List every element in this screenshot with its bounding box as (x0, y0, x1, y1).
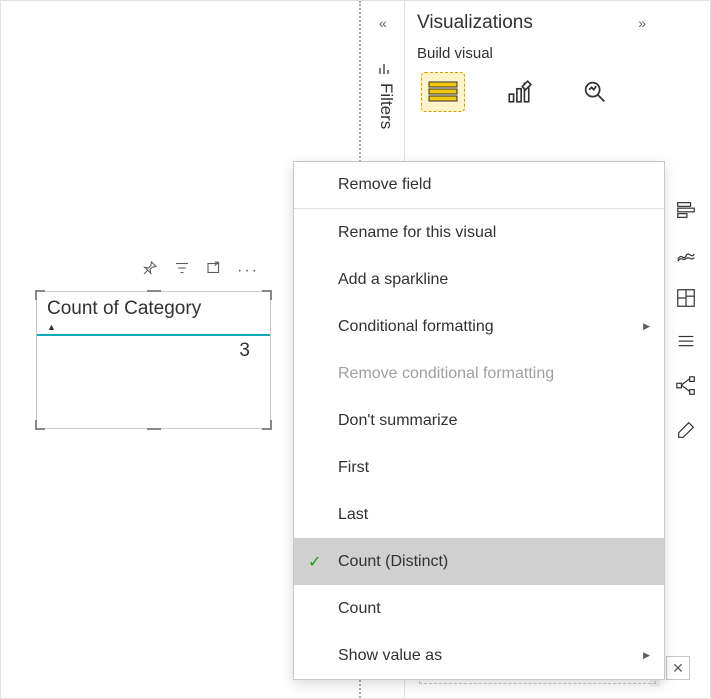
card-visual[interactable]: Count of Category ▲ 3 (36, 291, 271, 429)
format-visual-tab[interactable] (497, 72, 541, 112)
build-visual-label: Build visual (417, 45, 650, 62)
menu-item-label: Rename for this visual (338, 224, 496, 242)
visualizations-title: Visualizations (417, 12, 533, 34)
check-icon: ✓ (308, 552, 321, 572)
menu-item-last[interactable]: Last (294, 491, 664, 538)
menu-item-label: Count (Distinct) (338, 553, 448, 571)
sort-asc-icon: ▲ (47, 322, 260, 332)
filter-icon[interactable] (173, 259, 191, 282)
resize-handle-bm[interactable] (147, 420, 161, 430)
menu-item-label: Show value as (338, 647, 442, 665)
chart-icon (377, 61, 393, 82)
treemap-icon[interactable] (672, 284, 700, 312)
visual-title-text: Count of Category (47, 298, 201, 319)
decomposition-tree-icon[interactable] (672, 372, 700, 400)
menu-item-count-distinct-[interactable]: ✓ Count (Distinct) (294, 538, 664, 585)
multirow-card-icon[interactable] (672, 328, 700, 356)
menu-item-show-value-as[interactable]: Show value as (294, 632, 664, 679)
focus-mode-icon[interactable] (205, 259, 223, 282)
menu-item-label: Count (338, 600, 381, 618)
remove-field-button[interactable]: ✕ (666, 656, 690, 680)
ribbon-chart-icon[interactable] (672, 240, 700, 268)
menu-item-conditional-formatting[interactable]: Conditional formatting (294, 303, 664, 350)
visual-header-toolbar: ··· (141, 259, 259, 282)
menu-item-label: Remove field (338, 176, 431, 194)
menu-item-don-t-summarize[interactable]: Don't summarize (294, 397, 664, 444)
analytics-tab[interactable] (573, 72, 617, 112)
menu-item-rename-for-this-visual[interactable]: Rename for this visual (294, 209, 664, 256)
expand-filters-icon[interactable]: « (373, 9, 393, 37)
visual-value: 3 (37, 336, 270, 362)
build-visual-tab[interactable] (421, 72, 465, 112)
collapse-viz-icon[interactable]: » (634, 11, 650, 35)
filters-label[interactable]: Filters (376, 83, 396, 129)
resize-handle-bl[interactable] (35, 420, 45, 430)
menu-item-count[interactable]: Count (294, 585, 664, 632)
eraser-icon[interactable] (672, 416, 700, 444)
menu-item-label: Add a sparkline (338, 271, 448, 289)
menu-item-remove-conditional-formatting: Remove conditional formatting (294, 350, 664, 397)
menu-item-first[interactable]: First (294, 444, 664, 491)
pin-icon[interactable] (141, 259, 159, 282)
resize-handle-br[interactable] (262, 420, 272, 430)
menu-item-label: Don't summarize (338, 412, 458, 430)
stacked-bar-icon[interactable] (672, 196, 700, 224)
visual-column-header[interactable]: Count of Category ▲ (37, 292, 270, 336)
more-options-icon[interactable]: ··· (237, 262, 259, 280)
menu-item-remove-field[interactable]: Remove field (294, 162, 664, 209)
field-context-menu: Remove field Rename for this visual Add a … (293, 161, 665, 680)
visual-gallery-strip (661, 1, 710, 698)
menu-item-label: Conditional formatting (338, 318, 494, 336)
menu-item-add-a-sparkline[interactable]: Add a sparkline (294, 256, 664, 303)
menu-item-label: Last (338, 506, 368, 524)
viz-tabs (417, 72, 650, 112)
menu-item-label: First (338, 459, 369, 477)
menu-item-label: Remove conditional formatting (338, 365, 554, 383)
